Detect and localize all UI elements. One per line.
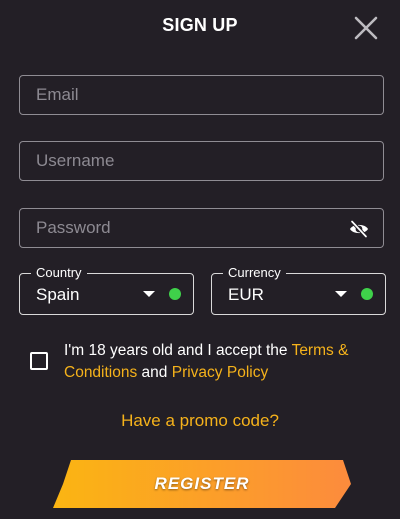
currency-select[interactable]: Currency EUR — [211, 265, 386, 315]
username-field-wrapper — [19, 141, 384, 181]
close-button[interactable] — [354, 16, 378, 40]
consent-text-start: I'm 18 years old and I accept the — [64, 342, 292, 359]
country-value: Spain — [36, 285, 80, 304]
currency-value: EUR — [228, 285, 264, 304]
privacy-policy-link[interactable]: Privacy Policy — [172, 364, 268, 381]
country-select[interactable]: Country Spain — [19, 265, 194, 315]
dialog-title: SIGN UP — [162, 15, 238, 35]
toggle-password-visibility[interactable] — [349, 219, 369, 239]
password-field-wrapper — [19, 208, 384, 248]
register-label: REGISTER — [154, 474, 250, 493]
chevron-down-icon — [335, 291, 347, 297]
eye-slash-icon — [350, 219, 368, 239]
age-terms-checkbox[interactable] — [30, 352, 48, 370]
close-icon — [354, 16, 378, 40]
password-field[interactable] — [20, 209, 383, 247]
consent-text-and: and — [137, 364, 172, 381]
chevron-down-icon — [143, 291, 155, 297]
username-field[interactable] — [20, 142, 383, 180]
valid-dot-icon — [169, 288, 181, 300]
currency-label: Currency — [223, 265, 286, 281]
consent-text: I'm 18 years old and I accept the Terms … — [64, 340, 384, 384]
country-label: Country — [31, 265, 87, 281]
valid-dot-icon — [361, 288, 373, 300]
register-button[interactable]: REGISTER — [53, 460, 351, 508]
email-field-wrapper — [19, 75, 384, 115]
promo-code-link[interactable]: Have a promo code? — [0, 411, 400, 431]
email-field[interactable] — [20, 76, 383, 114]
